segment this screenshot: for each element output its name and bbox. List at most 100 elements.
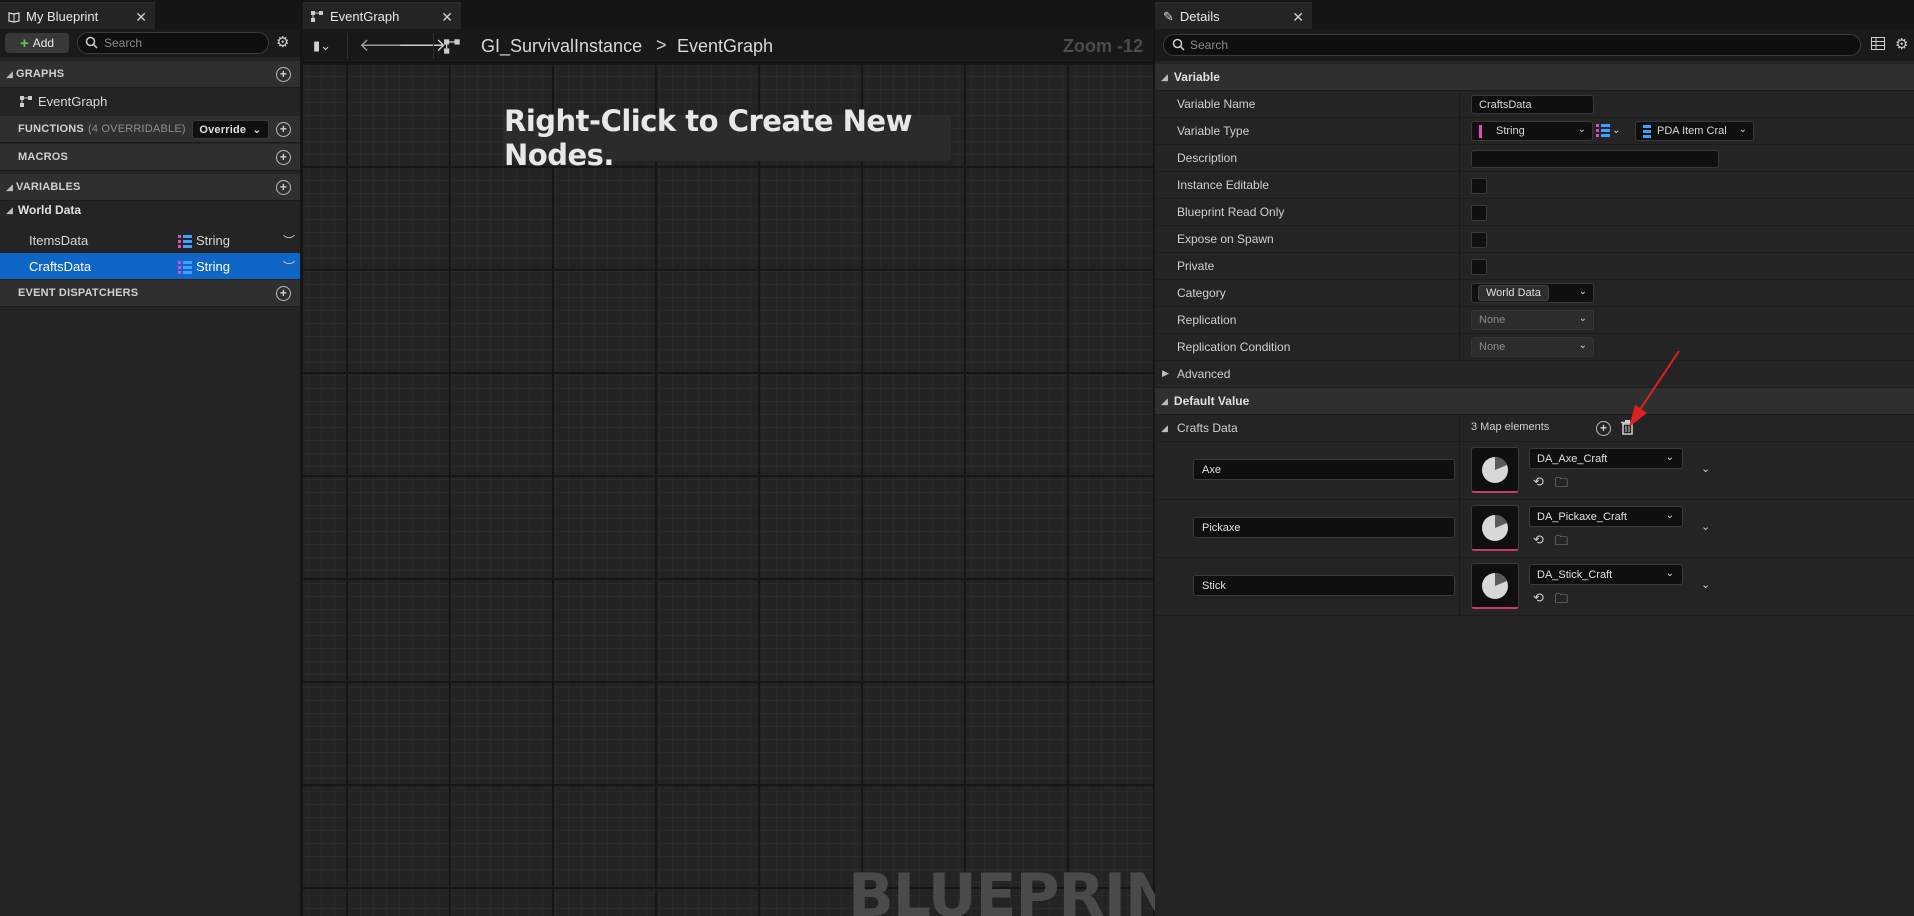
asset-thumbnail[interactable] [1471, 563, 1519, 609]
use-selected-icon[interactable]: ⟲ [1533, 590, 1544, 612]
prop-expose-on-spawn: Expose on Spawn [1155, 226, 1914, 253]
column-divider [1459, 307, 1460, 333]
prop-label: Category [1177, 286, 1226, 300]
details-search-input[interactable]: Search [1163, 34, 1861, 56]
close-icon[interactable]: ✕ [135, 9, 147, 26]
graphs-section-header[interactable]: ◢ GRAPHS + [0, 61, 300, 88]
expose-on-spawn-checkbox[interactable] [1471, 232, 1487, 248]
asset-name: DA_Pickaxe_Craft [1537, 510, 1627, 523]
column-divider [1459, 199, 1460, 225]
add-button[interactable]: + Add [5, 33, 69, 53]
collapse-arrow-icon: ◢ [6, 204, 13, 215]
gear-icon[interactable]: ⚙ [276, 33, 289, 51]
variable-section-header[interactable]: ◢ Variable [1155, 64, 1914, 91]
variable-name-input[interactable]: CraftsData [1471, 95, 1594, 114]
add-function-icon[interactable]: + [276, 122, 291, 137]
variable-type-dropdown[interactable]: String ⌄ [1471, 121, 1593, 141]
event-dispatchers-label: EVENT DISPATCHERS [18, 287, 139, 299]
chevron-down-icon: ⌄ [1578, 313, 1587, 324]
prop-label: Replication Condition [1177, 340, 1291, 354]
annotation-arrow [1629, 350, 1680, 427]
tab-details[interactable]: ✎ Details ✕ [1155, 2, 1312, 29]
asset-thumbnail[interactable] [1471, 447, 1519, 493]
category-dropdown[interactable]: World Data ⌄ [1471, 283, 1594, 303]
left-tabbar: My Blueprint ✕ [0, 0, 300, 29]
gear-icon[interactable]: ⚙ [1895, 35, 1908, 53]
eye-closed-icon[interactable]: ︶ [283, 232, 295, 249]
variable-name: ItemsData [29, 232, 89, 248]
eye-closed-icon[interactable]: ︶ [283, 258, 295, 275]
chevron-down-icon[interactable]: ⌄ [1701, 462, 1710, 475]
functions-section-header[interactable]: FUNCTIONS (4 OVERRIDABLE) Override ⌄ + [0, 116, 300, 143]
event-dispatchers-section-header[interactable]: EVENT DISPATCHERS + [0, 280, 300, 307]
add-map-element-icon[interactable]: + [1596, 421, 1611, 436]
browse-folder-icon[interactable]: 🗀 [1555, 474, 1568, 496]
chevron-down-icon: ⌄ [1578, 286, 1587, 297]
chevron-down-icon[interactable]: ⌄ [1701, 520, 1710, 533]
forward-arrow-icon[interactable]: 🡒 [398, 35, 446, 56]
variable-item-itemsdata[interactable]: ItemsData String ︶ [0, 227, 300, 253]
breadcrumb-leaf[interactable]: EventGraph [677, 36, 773, 57]
prop-label: Crafts Data [1177, 421, 1238, 435]
use-selected-icon[interactable]: ⟲ [1533, 532, 1544, 554]
replication-condition-dropdown[interactable]: None ⌄ [1471, 337, 1594, 357]
tab-eventgraph[interactable]: EventGraph ✕ [303, 2, 461, 29]
functions-count: (4 OVERRIDABLE) [87, 123, 186, 135]
variable-item-craftsdata[interactable]: CraftsData String ︶ [0, 253, 300, 279]
description-input[interactable] [1471, 150, 1719, 168]
asset-picker-dropdown[interactable]: DA_Axe_Craft ⌄ [1529, 448, 1683, 469]
collapse-arrow-icon[interactable]: ◢ [1161, 423, 1168, 434]
default-value-section-header[interactable]: ◢ Default Value [1155, 388, 1914, 415]
graph-canvas[interactable]: Right-Click to Create New Nodes. BLUEPRI… [303, 63, 1215, 916]
add-event-dispatcher-icon[interactable]: + [276, 286, 291, 301]
prop-blueprint-read-only: Blueprint Read Only [1155, 199, 1914, 226]
table-view-icon[interactable] [1871, 37, 1885, 50]
expand-arrow-icon: ▶ [1162, 368, 1169, 378]
override-dropdown[interactable]: Override ⌄ [192, 120, 269, 139]
add-graph-icon[interactable]: + [276, 67, 291, 82]
value-type-dropdown[interactable]: PDA Item Cral ⌄ [1635, 121, 1754, 141]
read-only-checkbox[interactable] [1471, 205, 1487, 221]
private-checkbox[interactable] [1471, 259, 1487, 275]
graph-item-eventgraph[interactable]: EventGraph [0, 88, 300, 114]
chevron-down-icon[interactable]: ⌄ [1701, 578, 1710, 591]
variable-category-world-data[interactable]: ◢ World Data [0, 200, 300, 220]
map-key-input[interactable]: Axe [1193, 459, 1455, 480]
map-key-input[interactable]: Stick [1193, 575, 1455, 596]
close-icon[interactable]: ✕ [1292, 9, 1304, 26]
close-icon[interactable]: ✕ [441, 9, 453, 26]
tab-my-blueprint[interactable]: My Blueprint ✕ [0, 2, 155, 29]
browse-folder-icon[interactable]: 🗀 [1555, 532, 1568, 554]
replication-condition-value: None [1479, 341, 1506, 353]
add-button-label: Add [32, 36, 55, 50]
chevron-down-icon: ⌄ [1738, 124, 1747, 135]
tab-label: My Blueprint [26, 9, 99, 24]
variables-section-header[interactable]: ◢ VARIABLES + [0, 174, 300, 201]
replication-dropdown[interactable]: None ⌄ [1471, 310, 1594, 330]
advanced-section-header[interactable]: ▶ Advanced [1155, 361, 1914, 388]
advanced-label: Advanced [1177, 367, 1231, 381]
details-toolbar: Search ⚙ [1155, 29, 1914, 61]
bookmark-icon[interactable]: ▮⌄ [313, 38, 331, 54]
asset-picker-dropdown[interactable]: DA_Pickaxe_Craft ⌄ [1529, 506, 1683, 527]
use-selected-icon[interactable]: ⟲ [1533, 474, 1544, 496]
chevron-down-icon: ⌄ [252, 124, 262, 136]
asset-picker-dropdown[interactable]: DA_Stick_Craft ⌄ [1529, 564, 1683, 585]
container-type-dropdown[interactable]: ⌄ [1596, 123, 1620, 137]
blueprint-search-input[interactable]: Search [77, 32, 269, 54]
browse-folder-icon[interactable]: 🗀 [1555, 590, 1568, 612]
instance-editable-checkbox[interactable] [1471, 178, 1487, 194]
column-divider [1459, 334, 1460, 360]
macros-section-header[interactable]: MACROS + [0, 144, 300, 171]
add-macro-icon[interactable]: + [276, 150, 291, 165]
chevron-down-icon: ⌄ [1577, 124, 1586, 135]
prop-private: Private [1155, 253, 1914, 280]
category-value[interactable]: World Data [1478, 285, 1549, 301]
add-variable-icon[interactable]: + [276, 180, 291, 195]
asset-name: DA_Stick_Craft [1537, 568, 1613, 581]
chevron-down-icon: ⌄ [1612, 124, 1621, 136]
map-key-input[interactable]: Pickaxe [1193, 517, 1455, 538]
asset-thumbnail[interactable] [1471, 505, 1519, 551]
search-placeholder: Search [1190, 38, 1229, 52]
breadcrumb-root[interactable]: GI_SurvivalInstance [481, 36, 642, 57]
